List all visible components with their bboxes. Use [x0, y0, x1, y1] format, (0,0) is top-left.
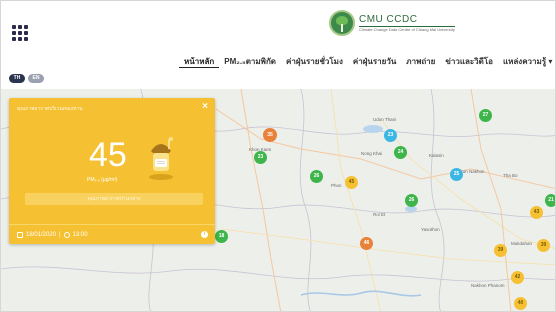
language-switch: TH EN — [9, 74, 44, 83]
aqi-marker[interactable]: 24 — [394, 146, 407, 159]
datetime-separator: | — [59, 232, 61, 238]
close-icon[interactable]: × — [202, 102, 208, 112]
info-icon[interactable]: i — [201, 231, 208, 238]
place-label: Mukdahan — [511, 241, 533, 246]
pm25-value: 45 — [89, 136, 127, 174]
panel-date: 18/01/2020 — [26, 232, 57, 238]
air-quality-level-button[interactable]: คุณภาพอากาศปานกลาง — [25, 193, 203, 205]
nav-daily[interactable]: ค่าฝุ่นรายวัน — [348, 57, 401, 68]
aqi-marker[interactable]: 40 — [514, 297, 527, 310]
nav-photos[interactable]: ภาพถ่าย — [401, 57, 440, 68]
aqi-marker[interactable]: 23 — [254, 151, 267, 164]
nav-news-video[interactable]: ข่าวและวิดีโอ — [440, 57, 498, 68]
site-logo[interactable]: CMU CCDC Climate Change Data Centre of C… — [329, 9, 455, 37]
mask-mascot-icon — [149, 137, 173, 180]
place-label: Udon Thani — [373, 117, 397, 122]
aqi-marker[interactable]: 45 — [345, 176, 358, 189]
logo-subtitle: Climate Change Data Centre of Chiang Mai… — [359, 27, 455, 32]
nav-knowledge-dropdown[interactable]: แหล่งความรู้ ▾ — [498, 57, 555, 68]
main-nav: หน้าหลัก PM₂.₅ตามพิกัด ค่าฝุ่นรายชั่วโมง… — [179, 57, 555, 68]
panel-datetime: 18/01/2020 | 13:00 — [17, 232, 88, 238]
aqi-marker[interactable]: 39 — [494, 244, 507, 257]
aqi-marker[interactable]: 42 — [511, 271, 524, 284]
aqi-marker[interactable]: 26 — [405, 194, 418, 207]
aqi-marker[interactable]: 35 — [263, 128, 277, 142]
aqi-marker[interactable]: 46 — [360, 237, 373, 250]
aqi-marker[interactable]: 18 — [215, 230, 228, 243]
nav-pm25-location[interactable]: PM₂.₅ตามพิกัด — [219, 57, 281, 68]
panel-title: คุณภาพอากาศบริเวณของท่าน — [17, 106, 83, 112]
nav-home[interactable]: หน้าหลัก — [179, 57, 220, 68]
calendar-icon — [17, 232, 23, 238]
header: CMU CCDC Climate Change Data Centre of C… — [1, 1, 555, 71]
place-label: Yasothon — [421, 227, 440, 232]
place-label: Roi Et — [373, 212, 386, 217]
logo-text: CMU CCDC Climate Change Data Centre of C… — [359, 14, 455, 32]
aqi-marker[interactable]: 27 — [479, 109, 492, 122]
lang-en-button[interactable]: EN — [28, 74, 44, 83]
page: CMU CCDC Climate Change Data Centre of C… — [0, 0, 556, 312]
place-label: Kalasin — [429, 153, 444, 158]
place-label: Nakhon Phanom — [471, 283, 505, 288]
clock-icon — [63, 232, 70, 238]
aqi-marker[interactable]: 39 — [537, 239, 550, 252]
aqi-marker[interactable]: 26 — [310, 170, 323, 183]
tree-logo-icon — [329, 10, 355, 36]
nav-hourly[interactable]: ค่าฝุ่นรายชั่วโมง — [281, 57, 348, 68]
aqi-marker[interactable]: 43 — [530, 206, 543, 219]
aqi-marker[interactable]: 25 — [450, 168, 463, 181]
place-label: Tha Bo — [503, 173, 518, 178]
air-quality-panel: คุณภาพอากาศบริเวณของท่าน × 45 PM₂.₅ (µg/… — [9, 98, 215, 244]
place-label: Nong Khai — [361, 151, 383, 156]
place-label: Phon — [331, 183, 342, 188]
lang-th-button[interactable]: TH — [9, 74, 25, 83]
pm25-unit: PM₂.₅ (µg/m³) — [87, 177, 118, 183]
logo-title: CMU CCDC — [359, 14, 455, 27]
aqi-marker[interactable]: 21 — [545, 194, 555, 207]
apps-grid-icon[interactable] — [12, 25, 28, 41]
panel-footer: 18/01/2020 | 13:00 i — [9, 224, 215, 244]
aqi-marker[interactable]: 23 — [384, 129, 397, 142]
panel-time: 13:00 — [72, 232, 88, 238]
